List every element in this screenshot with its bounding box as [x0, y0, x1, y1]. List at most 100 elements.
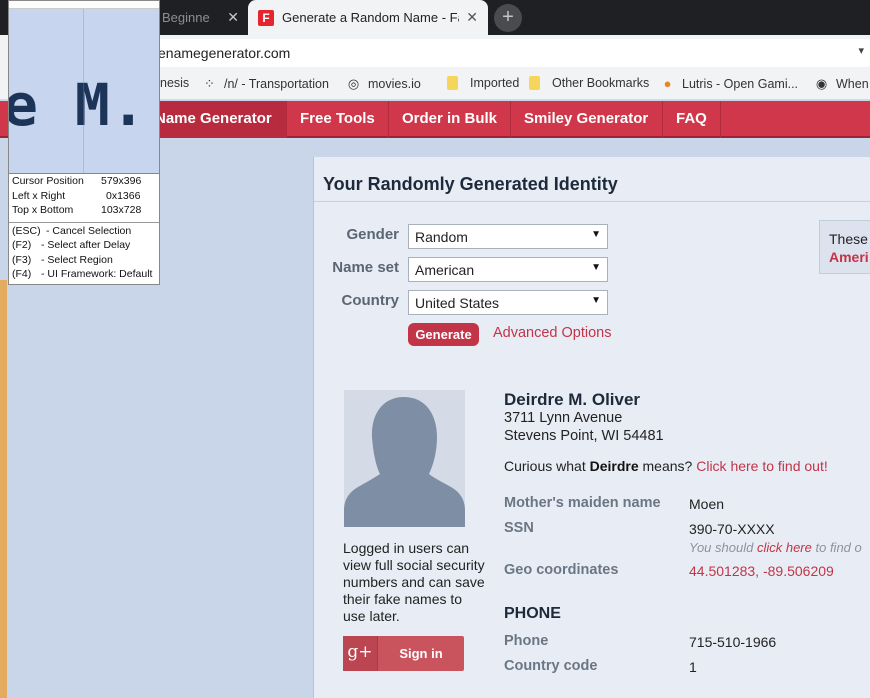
- curious-prefix: Curious what: [504, 458, 590, 474]
- top-bottom-label: Top x Bottom: [12, 204, 74, 216]
- zoom-top-edge: [9, 1, 159, 9]
- new-tab-button[interactable]: +: [494, 4, 522, 32]
- identity-panel: Your Randomly Generated Identity Gender …: [313, 157, 870, 698]
- signin-label: Sign in: [399, 646, 443, 661]
- nav-order-in-bulk[interactable]: Order in Bulk: [388, 101, 511, 138]
- shortcut-key: (F2): [12, 239, 32, 251]
- cursor-position-row: Cursor Position 579x396: [9, 175, 159, 190]
- shortcut-desc: - UI Framework: Default: [41, 268, 153, 280]
- country-code-value: 1: [689, 659, 697, 675]
- identity-name: Deirdre M. Oliver: [504, 390, 641, 409]
- geo-label: Geo coordinates: [504, 562, 619, 578]
- folder-icon: [447, 76, 458, 90]
- nav-faq[interactable]: FAQ: [662, 101, 721, 138]
- close-icon[interactable]: ✕: [227, 9, 239, 25]
- left-right-label: Left x Right: [12, 189, 66, 202]
- nameset-select-value: American: [415, 262, 475, 278]
- shortcut-desc: - Select Region: [41, 253, 113, 266]
- url-text: enamegenerator.com: [158, 45, 291, 61]
- shortcut-row: (F4) - UI Framework: Default: [9, 268, 159, 283]
- curious-name: Deirdre: [589, 458, 639, 474]
- country-select-value: United States: [415, 295, 500, 311]
- geo-coordinates-link[interactable]: 44.501283, -89.506209: [689, 563, 834, 579]
- bookmark-label: Lutris - Open Gami...: [682, 76, 799, 91]
- maiden-name-value: Moen: [689, 496, 725, 512]
- ssn-value: 390-70-XXXX: [689, 521, 775, 537]
- bookmark-item[interactable]: nesis: [160, 76, 189, 90]
- side-box-text: These: [829, 231, 868, 247]
- shortcut-row: (F3) - Select Region: [9, 254, 159, 269]
- magnifier-zoom-view: e M.: [9, 1, 159, 174]
- cursor-label: Cursor Position: [12, 175, 84, 187]
- left-right-row: Left x Right 0x1366: [9, 190, 159, 205]
- country-code-label: Country code: [504, 658, 598, 674]
- close-icon[interactable]: ✕: [466, 9, 478, 25]
- phone-label: Phone: [504, 633, 549, 649]
- nav-free-tools[interactable]: Free Tools: [286, 101, 389, 138]
- google-plus-icon: g+: [343, 636, 378, 671]
- name-meaning-line: Curious what Deirdre means? Click here t…: [504, 458, 828, 474]
- phone-value: 715-510-1966: [689, 634, 777, 650]
- ssn-click-here-link[interactable]: click here: [757, 540, 812, 555]
- url-field[interactable]: enamegenerator.com ▾: [140, 39, 870, 67]
- shortcut-row: (F2) - Select after Delay: [9, 239, 159, 254]
- nodes-icon: ⁘: [204, 76, 215, 91]
- gender-select[interactable]: Random ▼: [408, 224, 608, 249]
- folder-icon: [529, 76, 540, 90]
- bookmark-label: nesis: [160, 76, 190, 90]
- tab-title: Generate a Random Name - Fake: [282, 10, 459, 25]
- site-favicon-icon: F: [258, 9, 274, 26]
- divider: [314, 201, 870, 202]
- city-address: Stevens Point, WI 54481: [504, 428, 664, 444]
- country-select[interactable]: United States ▼: [408, 290, 608, 315]
- zoomed-text: e M.: [9, 71, 147, 139]
- shortcut-key: (ESC): [12, 224, 41, 237]
- shortcut-key: (F3): [12, 253, 32, 266]
- tab-fake-name-generator[interactable]: F Generate a Random Name - Fake ✕: [248, 0, 488, 35]
- gender-select-value: Random: [415, 229, 468, 245]
- nameset-select[interactable]: American ▼: [408, 257, 608, 282]
- google-signin-button[interactable]: g+ Sign in: [343, 636, 464, 671]
- bookmark-item[interactable]: Imported: [447, 76, 519, 90]
- bookmark-label: Imported: [470, 76, 520, 90]
- nav-smiley-generator[interactable]: Smiley Generator: [510, 101, 662, 138]
- bookmark-label: /n/ - Transportation: [224, 76, 329, 91]
- nav-name-generator[interactable]: Name Generator: [141, 101, 286, 138]
- ssn-note: You should click here to find o: [689, 540, 862, 555]
- name-meaning-link[interactable]: Click here to find out!: [696, 458, 828, 474]
- bookmark-item[interactable]: ◎ movies.io: [346, 76, 421, 91]
- gender-label: Gender: [346, 226, 399, 243]
- page-edge-strip: [0, 280, 7, 698]
- shortcut-desc: - Cancel Selection: [46, 224, 132, 237]
- bookmark-item[interactable]: Other Bookmarks: [529, 76, 649, 90]
- curious-suffix: means?: [638, 458, 697, 474]
- nameset-label: Name set: [332, 259, 399, 276]
- chevron-down-icon: ▼: [591, 295, 601, 306]
- bookmark-item[interactable]: ● Lutris - Open Gami...: [660, 76, 798, 91]
- tab-beginners[interactable]: Beginners ✕: [150, 0, 245, 35]
- ssn-note-prefix: You should: [689, 540, 757, 555]
- side-box-link[interactable]: Ameri: [829, 249, 870, 265]
- bookmark-label: movies.io: [368, 76, 421, 91]
- silhouette-icon: [344, 390, 465, 527]
- shortcut-desc: - Select after Delay: [41, 239, 131, 251]
- country-label: Country: [341, 292, 400, 309]
- chevron-down-icon: ▼: [591, 229, 601, 240]
- film-reel-icon: ◎: [347, 76, 360, 91]
- bookmark-item[interactable]: ◉ When: [814, 76, 869, 91]
- divider: [9, 221, 159, 223]
- cursor-value: 579x396: [101, 175, 142, 187]
- bookmark-item[interactable]: ⁘ /n/ - Transportation: [202, 76, 329, 91]
- generate-button[interactable]: Generate: [408, 323, 479, 346]
- lutris-icon: ●: [663, 76, 672, 91]
- magnifier-info: Cursor Position 579x396 Left x Right 0x1…: [9, 175, 159, 283]
- chevron-down-icon[interactable]: ▾: [858, 44, 864, 57]
- crosshair: [83, 9, 84, 173]
- ssn-note-suffix: to find o: [811, 540, 862, 555]
- screen-magnifier: e M. Cursor Position 579x396 Left x Righ…: [8, 0, 160, 285]
- advanced-options-link[interactable]: Advanced Options: [493, 325, 612, 341]
- avatar: [344, 390, 465, 527]
- ssn-label: SSN: [504, 520, 534, 536]
- nav-divider: [720, 101, 721, 138]
- phone-heading: PHONE: [504, 605, 561, 622]
